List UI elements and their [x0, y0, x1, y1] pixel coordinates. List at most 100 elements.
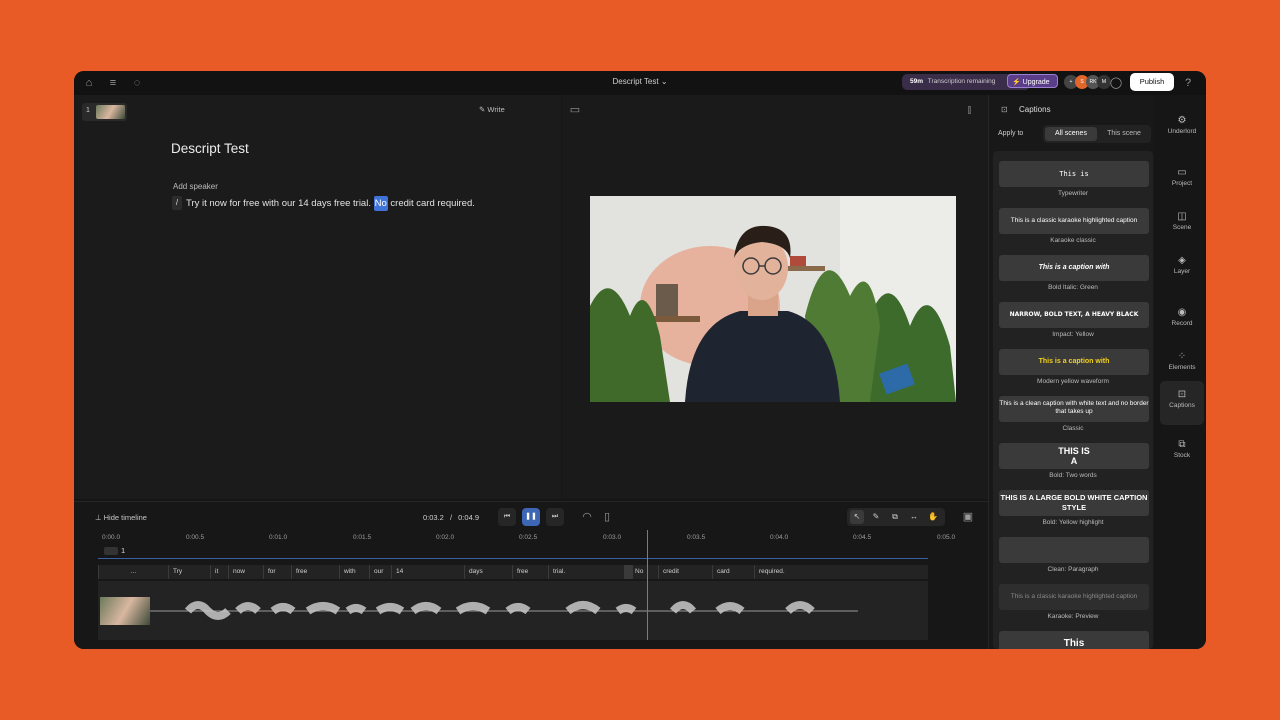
write-label: Write [487, 105, 505, 114]
caption-styles-list[interactable]: This is Typewriter This is a classic kar… [993, 151, 1153, 649]
highlighted-word[interactable]: No [373, 196, 388, 211]
pause-button[interactable]: ❚❚ [522, 508, 540, 526]
word-block[interactable]: our [369, 565, 391, 579]
scene-track[interactable]: 1 [98, 545, 928, 559]
sidebar-item-label: Scene [1172, 224, 1192, 231]
crop-tool-icon[interactable]: ⧉ [888, 510, 902, 524]
caption-style-card[interactable]: This is a classic karaoke highlighted ca… [999, 208, 1149, 234]
caption-style-card[interactable]: This is a clean caption with white text … [999, 396, 1149, 422]
word-block[interactable]: Try [168, 565, 210, 579]
sidebar-item-record[interactable]: ◉ Record [1160, 299, 1204, 339]
caption-style-card[interactable]: This is a caption with [999, 255, 1149, 281]
sidebar-item-project[interactable]: ▭ Project [1160, 159, 1204, 199]
audio-track[interactable] [98, 581, 928, 640]
sidebar-item-label: Stock [1173, 452, 1191, 459]
caption-style-card[interactable] [999, 537, 1149, 563]
comment-icon[interactable]: ◯ [1109, 76, 1123, 90]
caption-style-card[interactable]: THIS IS A [999, 443, 1149, 469]
tick-label: 0:02.5 [519, 534, 538, 541]
word-block[interactable]: card [712, 565, 754, 579]
word-block[interactable]: free [512, 565, 548, 579]
publish-button[interactable]: Publish [1130, 73, 1174, 91]
add-speaker-button[interactable]: Add speaker [173, 182, 218, 191]
help-icon[interactable]: ? [1181, 76, 1195, 90]
time-display: 0:03.2 / 0:04.9 [423, 513, 479, 522]
word-block[interactable]: 14 [391, 565, 464, 579]
tick-label: 0:00.5 [186, 534, 205, 541]
scene-number: 1 [86, 107, 90, 114]
word-block[interactable]: ... [98, 565, 168, 579]
word-block[interactable]: credit [658, 565, 712, 579]
word-block[interactable]: days [464, 565, 512, 579]
write-button[interactable]: ✎ Write [479, 105, 505, 114]
timeline-icon: ⊥ [95, 513, 104, 522]
script-editor[interactable]: 1 ✎ Write Descript Test Add speaker / Tr… [74, 95, 561, 499]
caption-style-card[interactable]: NARROW, BOLD TEXT, A HEAVY BLACK [999, 302, 1149, 328]
video-frame[interactable] [590, 196, 956, 402]
select-tool-icon[interactable]: ↖ [850, 510, 864, 524]
lightning-icon: ⚡ [1012, 79, 1021, 86]
caption-style-card[interactable]: This is [999, 161, 1149, 187]
sidebar-item-stock[interactable]: ⧉ Stock [1160, 431, 1204, 471]
bookmark-icon[interactable]: ▯ [600, 510, 614, 524]
document-title[interactable]: Descript Test [171, 141, 249, 156]
sidebar-item-layer[interactable]: ◈ Layer [1160, 247, 1204, 287]
caption-style-card[interactable]: This [999, 631, 1149, 649]
caption-style-name: Typewriter [1058, 190, 1088, 197]
hide-timeline-button[interactable]: ⊥ Hide timeline [95, 513, 147, 522]
playhead[interactable] [647, 530, 648, 640]
record-icon: ◉ [1177, 307, 1187, 318]
caption-style-name: Bold: Two words [1049, 472, 1097, 479]
sidebar-item-elements[interactable]: ⁘ Elements [1160, 343, 1204, 383]
word-block[interactable]: for [263, 565, 291, 579]
chevron-down-icon[interactable]: ⌄ [661, 77, 668, 86]
sidebar-item-scene[interactable]: ◫ Scene [1160, 203, 1204, 243]
timeline-tools: ↖ ✎ ⧉ ↔ ✋ [847, 508, 945, 526]
caption-style-card[interactable]: THIS IS A LARGE BOLD WHITE CAPTION STYLE [999, 490, 1149, 516]
caption-style-name: Classic [1062, 425, 1084, 432]
word-block[interactable]: now [228, 565, 263, 579]
transcript-text[interactable]: Try it now for free with our 14 days fre… [186, 198, 371, 209]
sidebar-item-captions[interactable]: ⊡ Captions [1160, 381, 1204, 425]
top-bar: ⌂ ≡ ◌ Descript Test ⌄ 59m Transcription … [74, 71, 1206, 95]
tick-label: 0:02.0 [436, 534, 455, 541]
word-block[interactable]: trial. [548, 565, 624, 579]
timeline[interactable]: ⊥ Hide timeline 0:03.2 / 0:04.9 ⏮ ❚❚ ⏭ ◠… [74, 501, 988, 649]
word-block[interactable]: required. [754, 565, 858, 579]
all-scenes-tab[interactable]: All scenes [1045, 127, 1097, 141]
word-block[interactable]: with [339, 565, 369, 579]
hide-timeline-label: Hide timeline [103, 513, 147, 522]
panel-toggle-icon[interactable]: ⫿ [968, 105, 971, 116]
hand-tool-icon[interactable]: ✋ [926, 510, 940, 524]
command-slash[interactable]: / [172, 196, 182, 210]
speed-icon[interactable]: ◠ [580, 510, 594, 524]
caption-style-card[interactable]: This is a classic karaoke highlighted ca… [999, 584, 1149, 610]
project-title-text[interactable]: Descript Test [612, 77, 658, 86]
folder-icon: ▭ [1177, 167, 1187, 178]
transcript-paragraph[interactable]: Try it now for free with our 14 days fre… [186, 196, 475, 211]
word-block[interactable]: it [210, 565, 228, 579]
scene-thumbnail[interactable]: 1 [82, 103, 127, 121]
video-image [590, 196, 956, 402]
caption-style-name: Bold: Yellow highlight [1042, 519, 1104, 526]
upgrade-button[interactable]: ⚡ Upgrade [1007, 74, 1058, 88]
aspect-ratio-icon[interactable]: ▭ [568, 103, 582, 117]
this-scene-tab[interactable]: This scene [1099, 127, 1149, 141]
caption-style-name: Impact: Yellow [1052, 331, 1094, 338]
sidebar-item-label: Captions [1169, 402, 1195, 409]
word-track[interactable]: ... Try it now for free with our 14 days… [98, 565, 928, 579]
pen-tool-icon[interactable]: ✎ [869, 510, 883, 524]
sidebar-item-label: Layer [1173, 268, 1191, 275]
word-block[interactable]: No [630, 565, 658, 579]
time-separator: / [449, 513, 453, 522]
skip-back-button[interactable]: ⏮ [498, 508, 516, 526]
transcript-text[interactable]: credit card required. [390, 198, 474, 209]
elements-icon: ⁘ [1177, 351, 1187, 362]
skip-forward-button[interactable]: ⏭ [546, 508, 564, 526]
word-block[interactable]: free [291, 565, 339, 579]
transcription-minutes: 59m [910, 78, 924, 85]
sidebar-item-underlord[interactable]: ⚙ Underlord [1160, 107, 1204, 147]
caption-style-card[interactable]: This is a caption with [999, 349, 1149, 375]
resize-tool-icon[interactable]: ↔ [907, 510, 921, 524]
expand-timeline-icon[interactable]: ▣ [961, 510, 975, 524]
